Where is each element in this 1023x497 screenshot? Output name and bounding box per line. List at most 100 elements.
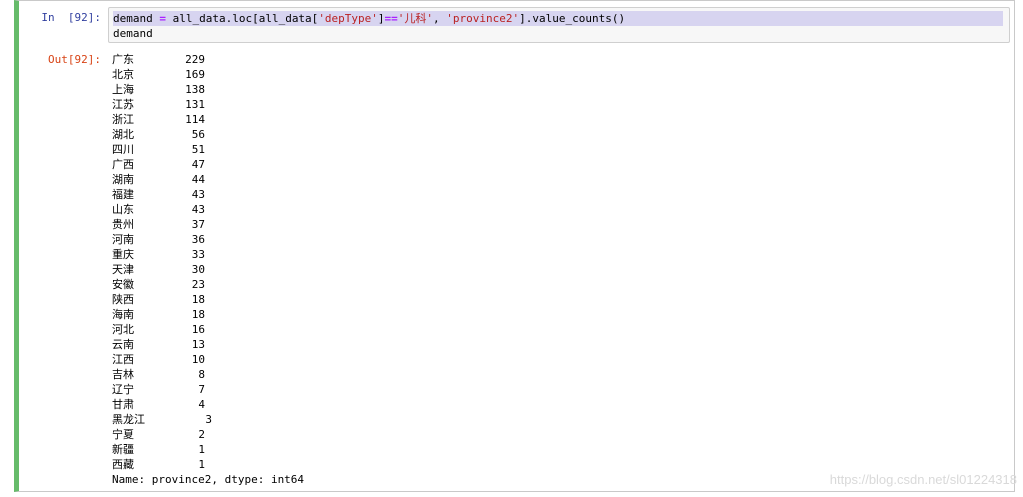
series-row: 宁夏 2	[112, 427, 712, 442]
series-row: 陕西 18	[112, 292, 712, 307]
series-index-label: 广东	[112, 53, 134, 66]
code-line-2[interactable]: demand	[113, 26, 153, 41]
series-value: 47	[191, 158, 205, 171]
series-index-label: 福建	[112, 188, 134, 201]
series-row: 河南 36	[112, 232, 712, 247]
series-value: 4	[198, 398, 205, 411]
series-value: 18	[191, 293, 205, 306]
series-value: 18	[191, 308, 205, 321]
series-row: 天津 30	[112, 262, 712, 277]
series-row: 北京 169	[112, 67, 712, 82]
series-index-label: 江西	[112, 353, 134, 366]
code-token-string: 'province2'	[446, 12, 520, 25]
series-value: 131	[185, 98, 205, 111]
series-row: 海南 18	[112, 307, 712, 322]
series-value: 1	[198, 458, 205, 471]
series-index-label: 湖北	[112, 128, 134, 141]
code-token: demand	[113, 12, 160, 25]
series-row: 黑龙江 3	[112, 412, 712, 427]
series-value: 8	[198, 368, 205, 381]
series-row: 云南 13	[112, 337, 712, 352]
series-row: 重庆 33	[112, 247, 712, 262]
series-value: 10	[191, 353, 205, 366]
series-value: 30	[191, 263, 205, 276]
series-row: 湖南 44	[112, 172, 712, 187]
series-row: 湖北 56	[112, 127, 712, 142]
series-row: 山东 43	[112, 202, 712, 217]
series-row: 吉林 8	[112, 367, 712, 382]
code-token: ,	[433, 12, 447, 25]
series-index-label: 陕西	[112, 293, 134, 306]
series-index-label: 西藏	[112, 458, 134, 471]
series-index-label: 山东	[112, 203, 134, 216]
series-value: 229	[185, 53, 205, 66]
series-index-label: 黑龙江	[112, 413, 145, 426]
code-token-string: 'depType'	[318, 12, 378, 25]
series-row: 上海 138	[112, 82, 712, 97]
series-row: 西藏 1	[112, 457, 712, 472]
series-output: 广东 229 北京 169 上海 138 江苏 131 浙江 114 湖北 56 四川 51 广西 47 湖南 4…	[112, 52, 712, 472]
series-row: 广西 47	[112, 157, 712, 172]
series-index-label: 浙江	[112, 113, 134, 126]
input-prompt: In [92]:	[41, 11, 101, 24]
series-value: 1	[198, 443, 205, 456]
output-prompt: Out[92]:	[48, 53, 101, 66]
series-value: 7	[198, 383, 205, 396]
series-value: 138	[185, 83, 205, 96]
series-index-label: 宁夏	[112, 428, 134, 441]
series-index-label: 重庆	[112, 248, 134, 261]
series-index-label: 辽宁	[112, 383, 134, 396]
series-index-label: 江苏	[112, 98, 134, 111]
series-value: 23	[191, 278, 205, 291]
series-index-label: 广西	[112, 158, 134, 171]
series-value: 114	[185, 113, 205, 126]
series-row: 河北 16	[112, 322, 712, 337]
series-row: 江苏 131	[112, 97, 712, 112]
series-row: 四川 51	[112, 142, 712, 157]
series-value: 44	[191, 173, 205, 186]
series-index-label: 海南	[112, 308, 134, 321]
series-index-label: 四川	[112, 143, 134, 156]
series-index-label: 吉林	[112, 368, 134, 381]
series-row: 浙江 114	[112, 112, 712, 127]
code-input-area[interactable]: demand = all_data.loc[all_data['depType'…	[108, 7, 1010, 43]
code-token: ].value_counts()	[519, 12, 626, 25]
series-value: 13	[191, 338, 205, 351]
notebook-page: In [92]: demand = all_data.loc[all_data[…	[0, 0, 1023, 497]
series-index-label: 天津	[112, 263, 134, 276]
series-value: 43	[191, 203, 205, 216]
code-token: ]	[377, 12, 385, 25]
code-line-1[interactable]: demand = all_data.loc[all_data['depType'…	[113, 11, 1003, 26]
series-index-label: 安徽	[112, 278, 134, 291]
series-index-label: 甘肃	[112, 398, 134, 411]
series-value: 43	[191, 188, 205, 201]
series-index-label: 新疆	[112, 443, 134, 456]
series-value: 36	[191, 233, 205, 246]
series-row: 甘肃 4	[112, 397, 712, 412]
code-token-operator: =	[159, 12, 166, 25]
series-value: 51	[191, 143, 205, 156]
series-row: 福建 43	[112, 187, 712, 202]
code-token-string: '儿科'	[397, 12, 434, 25]
series-value: 169	[185, 68, 205, 81]
series-value: 56	[191, 128, 205, 141]
series-value: 2	[198, 428, 205, 441]
series-row: 辽宁 7	[112, 382, 712, 397]
series-row: 贵州 37	[112, 217, 712, 232]
series-value: 37	[191, 218, 205, 231]
series-index-label: 河南	[112, 233, 134, 246]
series-value: 33	[191, 248, 205, 261]
series-index-label: 北京	[112, 68, 134, 81]
watermark-text: https://blog.csdn.net/sl01224318	[829, 472, 1017, 487]
notebook-cell[interactable]: In [92]: demand = all_data.loc[all_data[…	[14, 0, 1015, 492]
series-row: 广东 229	[112, 52, 712, 67]
dtype-line: Name: province2, dtype: int64	[112, 473, 305, 486]
code-token: all_data.loc[all_data[	[165, 12, 319, 25]
series-index-label: 贵州	[112, 218, 134, 231]
code-token-operator: ==	[384, 12, 398, 25]
series-index-label: 云南	[112, 338, 134, 351]
series-row: 江西 10	[112, 352, 712, 367]
output-area: 广东 229 北京 169 上海 138 江苏 131 浙江 114 湖北 56 四川 51 广西 47 湖南 4…	[112, 52, 712, 492]
series-row: 安徽 23	[112, 277, 712, 292]
series-value: 3	[205, 413, 212, 426]
